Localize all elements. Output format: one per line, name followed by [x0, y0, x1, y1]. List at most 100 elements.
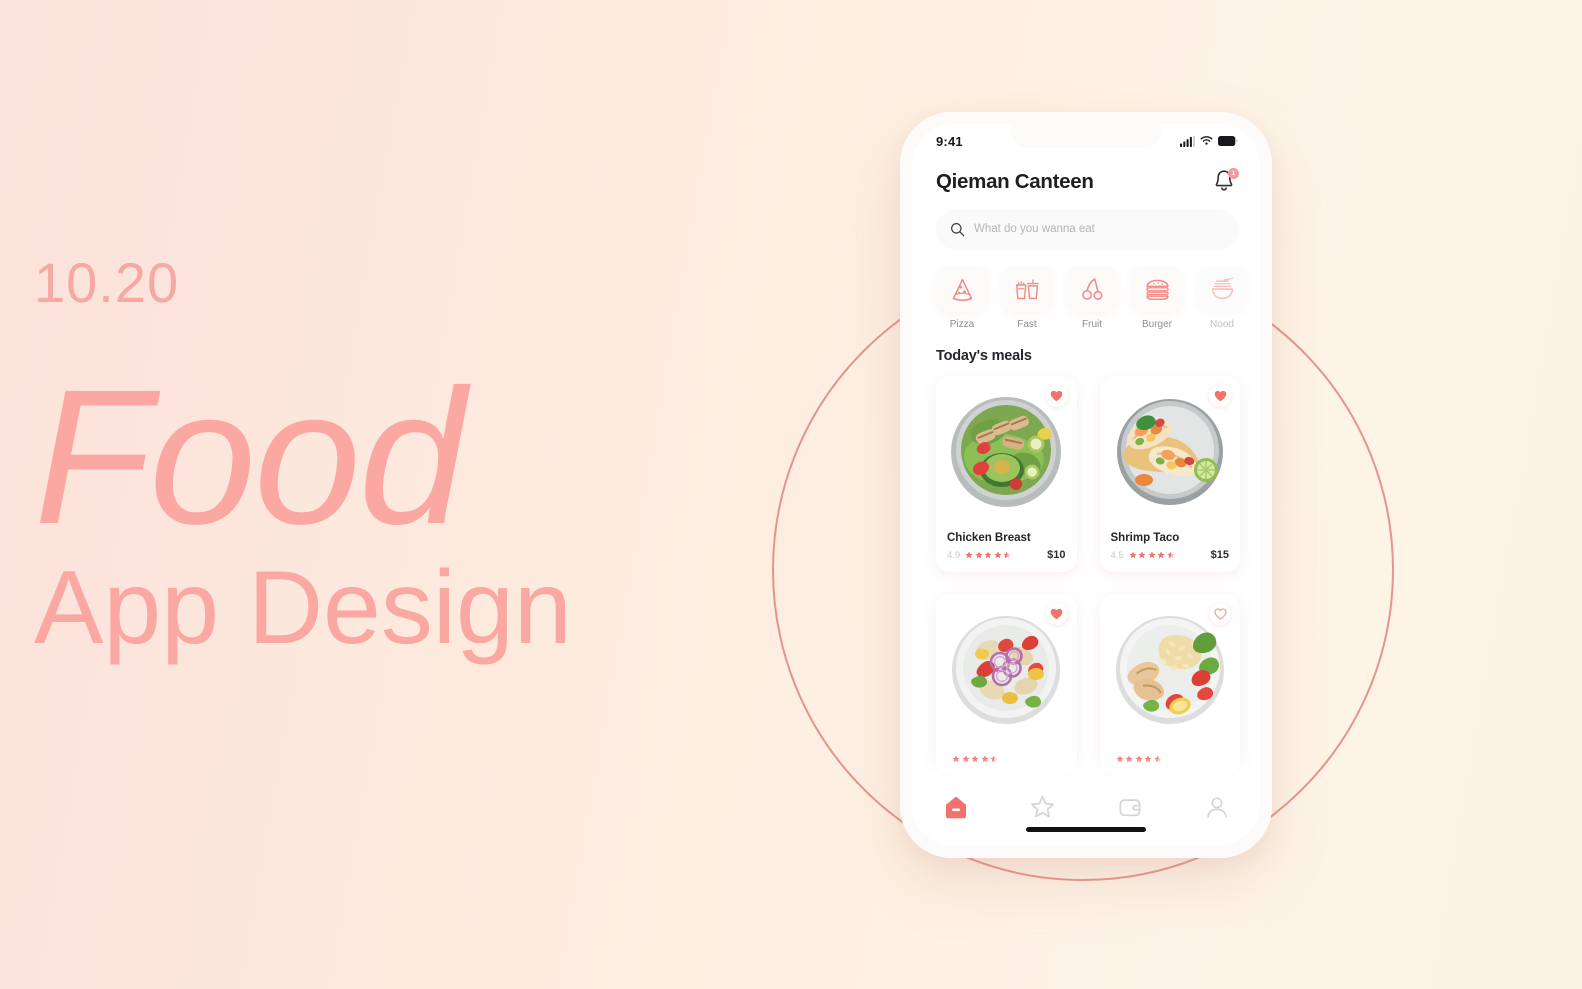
status-bar: 9:41 [912, 124, 1260, 158]
poster-date: 10.20 [34, 251, 180, 314]
poster-subhead: App Design [34, 549, 572, 666]
nav-item-home[interactable] [933, 792, 979, 822]
meal-info [1100, 742, 1241, 774]
category-item-burger[interactable]: Burger [1131, 266, 1183, 330]
favorite-button[interactable] [1209, 385, 1231, 407]
star-icon [980, 755, 989, 763]
favorite-button[interactable] [1045, 603, 1068, 625]
category-tile [1066, 266, 1118, 312]
title-lockup: 10.20 Food App Design [34, 255, 674, 660]
star-icon [1129, 551, 1137, 559]
status-time: 9:41 [936, 133, 963, 149]
meal-name: Shrimp Taco [1110, 532, 1180, 544]
meal-card[interactable]: Shrimp Taco 4.5 $15 [1099, 376, 1241, 572]
category-item-noodles[interactable]: Nood [1196, 266, 1248, 330]
meal-meta: 4.5 $15 [1111, 549, 1230, 561]
star-rating [965, 551, 1011, 559]
category-label: Nood [1210, 319, 1234, 330]
star-half-icon [1003, 551, 1011, 559]
meal-grid: Chicken Breast 4.9 $10 Shrimp Taco 4.5 $… [936, 376, 1240, 774]
cherry-icon [1081, 277, 1102, 300]
category-tile [1001, 266, 1053, 312]
category-tile [936, 266, 988, 312]
meal-card[interactable] [936, 594, 1077, 774]
status-icons [1180, 135, 1238, 147]
star-icon [1125, 755, 1133, 763]
favorite-button[interactable] [1045, 385, 1068, 407]
rating-value: 4.5 [1110, 549, 1124, 561]
search-bar[interactable]: What do you wanna eat [936, 210, 1238, 248]
battery-icon [1218, 136, 1238, 146]
meal-info: Shrimp Taco 4.5 $15 [1100, 524, 1241, 572]
wallet-icon [1119, 798, 1140, 816]
star-icon [1157, 551, 1165, 559]
heart-filled-icon [1214, 390, 1226, 402]
meal-rating: 4.5 [1111, 550, 1175, 561]
meal-rating [1111, 755, 1162, 763]
notification-button[interactable]: 1 [1212, 168, 1239, 196]
home-icon [945, 796, 966, 818]
star-icon [1148, 551, 1156, 559]
star-icon [1138, 551, 1146, 559]
nav-item-profile[interactable] [1194, 792, 1240, 822]
category-item-fast[interactable]: Fast [1001, 266, 1053, 330]
mixed-vegetable-chicken-salad-photo [952, 616, 1061, 724]
category-label: Fruit [1082, 319, 1102, 330]
wifi-icon [1200, 136, 1213, 145]
phone-mockup: 9:41 Qieman Canteen 1 What do you wanna … [900, 112, 1272, 858]
star-icon [961, 755, 970, 763]
star-icon [1134, 755, 1143, 763]
star-half-icon [1153, 755, 1162, 763]
meal-info: Chicken Breast 4.9 $10 [936, 524, 1077, 572]
category-label: Fast [1017, 319, 1037, 330]
meal-price: $15 [1210, 549, 1229, 561]
star-half-icon [990, 755, 998, 763]
chicken-rice-salad-photo [1115, 616, 1224, 724]
meal-photo [936, 376, 1077, 524]
star-icon [1144, 755, 1152, 763]
meal-card[interactable]: Chicken Breast 4.9 $10 [936, 376, 1077, 572]
app-header: Qieman Canteen 1 [912, 158, 1260, 196]
category-tile [1131, 266, 1183, 312]
star-rating [1115, 755, 1162, 763]
heart-filled-icon [1050, 608, 1063, 620]
star-icon [984, 551, 992, 559]
star-icon [965, 551, 973, 559]
favorite-button[interactable] [1209, 603, 1231, 625]
search-input[interactable]: What do you wanna eat [974, 223, 1095, 235]
cellular-signal-icon [1180, 135, 1195, 147]
meal-rating [947, 755, 998, 763]
noodles-icon [1211, 277, 1233, 299]
star-icon [994, 551, 1002, 559]
category-item-pizza[interactable]: Pizza [936, 266, 988, 330]
category-strip[interactable]: Pizza Fast Fruit Burger Nood [912, 266, 1260, 330]
poster-headline: Food [34, 349, 466, 564]
meal-name: Chicken Breast [947, 532, 1031, 544]
meal-rating: 4.9 [947, 550, 1011, 561]
meal-meta: 4.9 $10 [947, 549, 1066, 561]
star-rating [952, 755, 998, 763]
star-icon [975, 551, 983, 559]
meal-photo [936, 594, 1077, 742]
category-tile [1196, 266, 1248, 312]
category-label: Pizza [949, 319, 975, 330]
rating-value: 4.9 [947, 549, 961, 561]
nav-item-favorites[interactable] [1020, 792, 1066, 822]
fastfood-icon [1015, 278, 1039, 299]
category-item-fruit[interactable]: Fruit [1066, 266, 1118, 330]
star-half-icon [1167, 551, 1175, 559]
nav-item-wallet[interactable] [1107, 792, 1153, 822]
burger-icon [1145, 279, 1169, 300]
star-icon [952, 755, 960, 763]
meal-meta [947, 755, 1066, 763]
shrimp-tacos-photo [1116, 399, 1223, 505]
meal-photo [1099, 376, 1240, 524]
search-icon [951, 222, 965, 236]
home-indicator [1026, 827, 1146, 832]
meal-price: $10 [1047, 549, 1066, 561]
meal-card[interactable] [1099, 594, 1241, 774]
star-icon [1031, 796, 1054, 818]
meal-info [936, 742, 1077, 774]
meal-photo [1099, 594, 1240, 742]
meal-meta [1111, 755, 1230, 763]
